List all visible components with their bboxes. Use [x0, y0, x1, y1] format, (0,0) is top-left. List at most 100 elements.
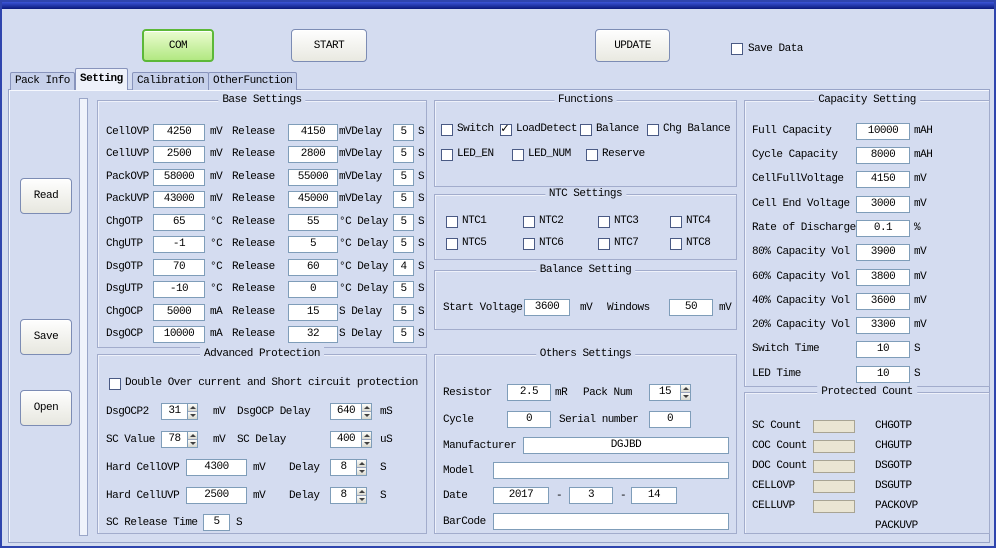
capacity-value-input[interactable]: 4150: [856, 171, 910, 188]
capacity-value-input[interactable]: 3800: [856, 269, 910, 286]
spinner-up-icon[interactable]: [362, 432, 371, 440]
date-month-input[interactable]: 3: [569, 487, 613, 504]
sc-value[interactable]: 78: [161, 431, 187, 448]
capacity-value-input[interactable]: 8000: [856, 147, 910, 164]
spinner-up-icon[interactable]: [188, 404, 197, 412]
base-delay-input[interactable]: 5: [393, 304, 414, 321]
spinner-up-icon[interactable]: [188, 432, 197, 440]
spinner-buttons[interactable]: [187, 403, 198, 420]
update-button[interactable]: UPDATE: [595, 29, 670, 62]
base-release-input[interactable]: 55000: [288, 169, 338, 186]
capacity-value-input[interactable]: 3600: [856, 293, 910, 310]
base-delay-input[interactable]: 5: [393, 191, 414, 208]
capacity-value-input[interactable]: 3300: [856, 317, 910, 334]
base-release-input[interactable]: 45000: [288, 191, 338, 208]
sc-delay-spinner[interactable]: 400: [330, 431, 372, 448]
com-button[interactable]: COM: [142, 29, 214, 62]
base-value-input[interactable]: 2500: [153, 146, 205, 163]
ntc4-checkbox[interactable]: [670, 216, 682, 228]
date-year-input[interactable]: 2017: [493, 487, 549, 504]
ntc3-checkbox[interactable]: [598, 216, 610, 228]
hard-cellovp-input[interactable]: 4300: [186, 459, 247, 476]
base-delay-input[interactable]: 5: [393, 236, 414, 253]
tab-setting[interactable]: Setting: [75, 68, 128, 90]
base-release-input[interactable]: 32: [288, 326, 338, 343]
led-en-checkbox[interactable]: [441, 149, 453, 161]
base-release-input[interactable]: 60: [288, 259, 338, 276]
base-delay-input[interactable]: 5: [393, 214, 414, 231]
ntc8-checkbox[interactable]: [670, 238, 682, 250]
dsgocp-delay-value[interactable]: 640: [330, 403, 361, 420]
spinner-down-icon[interactable]: [188, 412, 197, 419]
base-value-input[interactable]: 5000: [153, 304, 205, 321]
base-release-input[interactable]: 15: [288, 304, 338, 321]
base-value-input[interactable]: 65: [153, 214, 205, 231]
balance-checkbox[interactable]: [580, 124, 592, 136]
title-bar[interactable]: [2, 2, 994, 9]
base-release-input[interactable]: 5: [288, 236, 338, 253]
tab-pack-info[interactable]: Pack Info: [10, 72, 75, 90]
base-delay-input[interactable]: 5: [393, 281, 414, 298]
start-voltage-input[interactable]: 3600: [524, 299, 570, 316]
hard-cellovp-delay-spinner[interactable]: 8: [330, 459, 367, 476]
save-button[interactable]: Save: [20, 319, 72, 355]
spinner-up-icon[interactable]: [681, 385, 690, 393]
reserve-checkbox[interactable]: [586, 149, 598, 161]
spinner-down-icon[interactable]: [188, 440, 197, 447]
ntc6-checkbox[interactable]: [523, 238, 535, 250]
spinner-up-icon[interactable]: [362, 404, 371, 412]
save-data-checkbox[interactable]: [731, 43, 743, 55]
capacity-value-input[interactable]: 10: [856, 366, 910, 383]
windows-input[interactable]: 50: [669, 299, 713, 316]
base-value-input[interactable]: 58000: [153, 169, 205, 186]
ntc2-checkbox[interactable]: [523, 216, 535, 228]
capacity-value-input[interactable]: 3900: [856, 244, 910, 261]
resistor-input[interactable]: 2.5: [507, 384, 551, 401]
base-delay-input[interactable]: 4: [393, 259, 414, 276]
spinner-up-icon[interactable]: [357, 460, 366, 468]
serial-number-input[interactable]: 0: [649, 411, 691, 428]
spinner-buttons[interactable]: [356, 459, 367, 476]
read-button[interactable]: Read: [20, 178, 72, 214]
pack-num-value[interactable]: 15: [649, 384, 680, 401]
hard-cellovp-delay-value[interactable]: 8: [330, 459, 356, 476]
base-release-input[interactable]: 55: [288, 214, 338, 231]
manufacturer-input[interactable]: DGJBD: [523, 437, 729, 454]
date-day-input[interactable]: 14: [631, 487, 677, 504]
spinner-buttons[interactable]: [187, 431, 198, 448]
base-release-input[interactable]: 2800: [288, 146, 338, 163]
spinner-down-icon[interactable]: [362, 440, 371, 447]
spinner-up-icon[interactable]: [357, 488, 366, 496]
double-protection-checkbox[interactable]: [109, 378, 121, 390]
sc-value-spinner[interactable]: 78: [161, 431, 198, 448]
chg-balance-checkbox[interactable]: [647, 124, 659, 136]
base-value-input[interactable]: 43000: [153, 191, 205, 208]
cycle-input[interactable]: 0: [507, 411, 551, 428]
switch-checkbox[interactable]: [441, 124, 453, 136]
base-release-input[interactable]: 4150: [288, 124, 338, 141]
base-delay-input[interactable]: 5: [393, 169, 414, 186]
barcode-input[interactable]: [493, 513, 729, 530]
led-num-checkbox[interactable]: [512, 149, 524, 161]
loaddetect-checkbox[interactable]: [500, 124, 512, 136]
spinner-down-icon[interactable]: [362, 412, 371, 419]
capacity-value-input[interactable]: 10: [856, 341, 910, 358]
capacity-value-input[interactable]: 3000: [856, 196, 910, 213]
spinner-buttons[interactable]: [361, 431, 372, 448]
spinner-buttons[interactable]: [680, 384, 691, 401]
tab-calibration[interactable]: Calibration: [132, 72, 209, 90]
base-value-input[interactable]: -10: [153, 281, 205, 298]
model-input[interactable]: [493, 462, 729, 479]
base-value-input[interactable]: 4250: [153, 124, 205, 141]
start-button[interactable]: START: [291, 29, 367, 62]
hard-celluvp-input[interactable]: 2500: [186, 487, 247, 504]
spinner-down-icon[interactable]: [357, 468, 366, 475]
base-value-input[interactable]: -1: [153, 236, 205, 253]
open-button[interactable]: Open: [20, 390, 72, 426]
hard-celluvp-delay-spinner[interactable]: 8: [330, 487, 367, 504]
spinner-down-icon[interactable]: [357, 496, 366, 503]
vertical-scrollbar[interactable]: [79, 98, 88, 536]
base-delay-input[interactable]: 5: [393, 124, 414, 141]
sc-release-time-input[interactable]: 5: [203, 514, 230, 531]
capacity-value-input[interactable]: 10000: [856, 123, 910, 140]
